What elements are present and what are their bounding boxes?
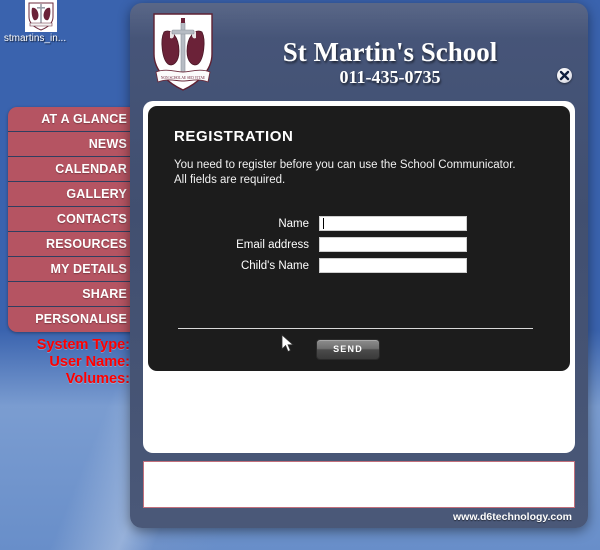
form-row-child-name: Child's Name	[174, 258, 544, 273]
bottom-content-strip	[143, 461, 575, 508]
svg-text:NON SCHOLAE SED VITAE: NON SCHOLAE SED VITAE	[161, 76, 206, 80]
sidebar-item-contacts[interactable]: CONTACTS	[8, 207, 136, 232]
child-name-label: Child's Name	[240, 259, 309, 272]
sidebar-item-resources[interactable]: RESOURCES	[8, 232, 136, 257]
school-crest-icon: NON SCHOLAE SED VITAE	[148, 10, 218, 96]
footer-url[interactable]: www.d6technology.com	[453, 511, 572, 523]
sidebar-item-calendar[interactable]: CALENDAR	[8, 157, 136, 182]
registration-description-line2: All fields are required.	[174, 174, 286, 186]
desktop-icon-label: stmartins_in...	[3, 33, 67, 44]
email-label: Email address	[236, 238, 309, 251]
sidebar-item-my-details[interactable]: MY DETAILS	[8, 257, 136, 282]
sidebar-menu: AT A GLANCE NEWS CALENDAR GALLERY CONTAC…	[8, 107, 136, 332]
system-info-block: System Type: User Name: Volumes:	[0, 337, 136, 388]
sidebar-item-personalise[interactable]: PERSONALISE	[8, 307, 136, 332]
email-field[interactable]	[319, 237, 467, 252]
name-label: Name	[278, 217, 309, 230]
child-name-field[interactable]	[319, 258, 467, 273]
mouse-cursor	[281, 334, 295, 359]
registration-panel: REGISTRATION You need to register before…	[148, 106, 570, 371]
sidebar-item-gallery[interactable]: GALLERY	[8, 182, 136, 207]
name-field[interactable]	[319, 216, 467, 231]
form-row-name: Name	[174, 216, 544, 231]
title-block: St Martin's School 011-435-0735	[230, 37, 550, 88]
text-caret	[323, 218, 324, 229]
user-name-label: User Name:	[49, 354, 130, 370]
school-phone: 011-435-0735	[339, 67, 441, 87]
registration-description-line1: You need to register before you can use …	[174, 159, 516, 171]
desktop-icon-stmartins[interactable]: stmartins_in...	[4, 0, 76, 44]
form-row-email: Email address	[174, 237, 544, 252]
send-button[interactable]: SEND	[316, 339, 380, 360]
registration-heading: REGISTRATION	[174, 128, 294, 145]
volumes-label: Volumes:	[65, 371, 130, 387]
registration-form: Name Email address Child's Name	[174, 216, 544, 273]
divider	[178, 328, 533, 329]
desktop-background: stmartins_in... AT A GLANCE NEWS CALENDA…	[0, 0, 600, 550]
page-title: St Martin's School	[282, 37, 498, 67]
school-crest-icon	[25, 0, 57, 32]
close-icon[interactable]	[557, 68, 572, 83]
school-communicator-window: NON SCHOLAE SED VITAE St Martin's School…	[130, 3, 588, 528]
sidebar-item-at-a-glance[interactable]: AT A GLANCE	[8, 107, 136, 132]
sidebar-item-news[interactable]: NEWS	[8, 132, 136, 157]
sidebar-item-share[interactable]: SHARE	[8, 282, 136, 307]
system-type-label: System Type:	[36, 337, 130, 353]
window-body: REGISTRATION You need to register before…	[143, 101, 575, 499]
window-header: NON SCHOLAE SED VITAE St Martin's School…	[130, 3, 588, 100]
